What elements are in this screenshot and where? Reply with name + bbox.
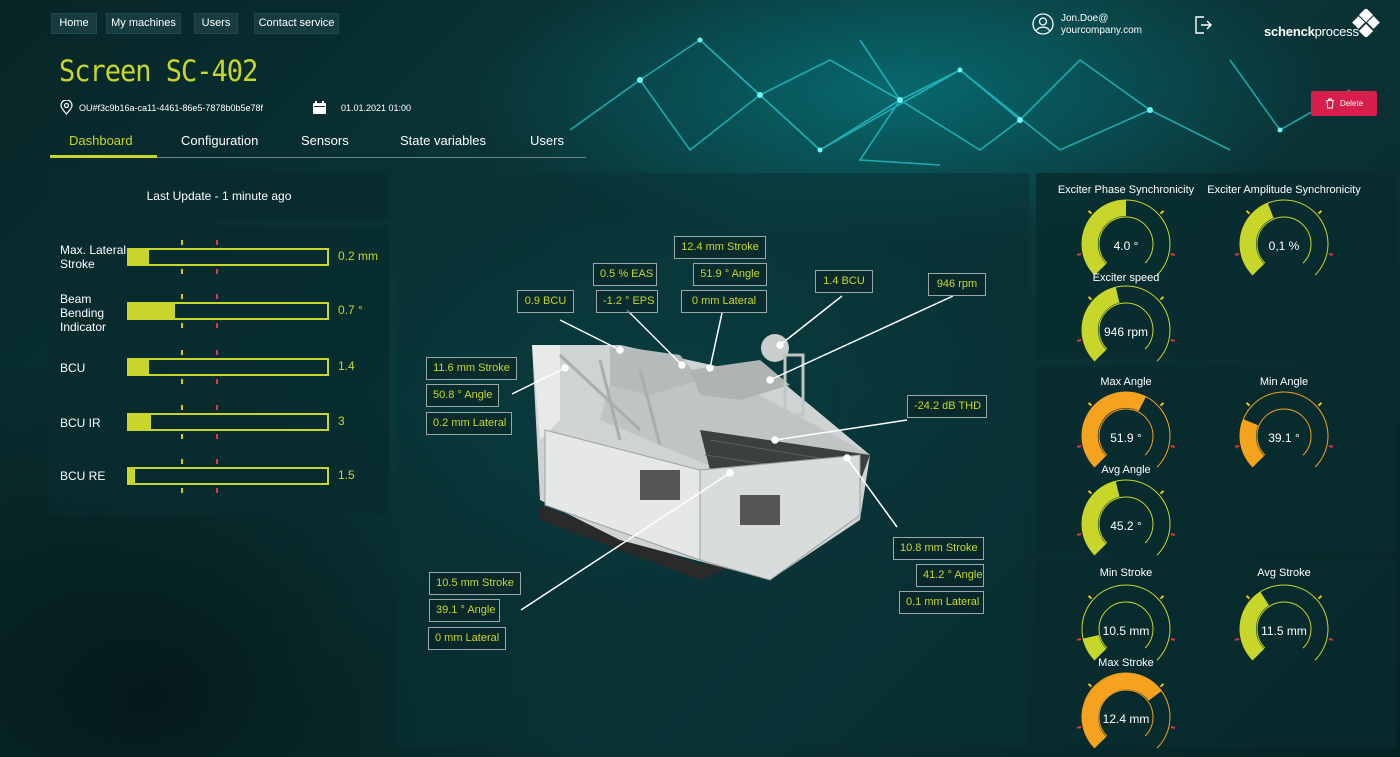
gauge-threshold-tick xyxy=(1328,253,1334,256)
gauge-title: Min Angle xyxy=(1259,376,1309,388)
gauge-threshold-tick xyxy=(1076,253,1082,256)
gauge-title: Avg Stroke xyxy=(1257,567,1311,579)
gauge-threshold-tick xyxy=(1087,210,1093,215)
gauge-threshold-tick xyxy=(1076,638,1082,641)
gauge-title: Exciter speed xyxy=(1092,272,1160,284)
label-left-stroke: 11.6 mm Stroke xyxy=(426,357,517,380)
gauge-value: 10.5 mm xyxy=(1102,624,1150,638)
gauge-title: Min Stroke xyxy=(1099,567,1153,579)
gauge-threshold-tick xyxy=(1170,726,1176,729)
gauge-value: 12.4 mm xyxy=(1102,712,1150,726)
label-br-stroke: 10.8 mm Stroke xyxy=(893,537,984,560)
label-eas: 0.5 % EAS xyxy=(593,263,657,286)
label-top-angle: 51.9 ° Angle xyxy=(693,263,767,286)
gauge-value: 51.9 ° xyxy=(1110,431,1142,445)
label-top-lateral: 0 mm Lateral xyxy=(681,290,767,313)
label-bl-stroke: 10.5 mm Stroke xyxy=(429,572,521,595)
gauge-threshold-tick xyxy=(1245,595,1251,600)
gauge-threshold-tick xyxy=(1317,402,1323,407)
exciter-gauges-panel: Exciter Phase Synchronicity 4.0 ° Exciter … xyxy=(1036,173,1396,362)
gauge-threshold-tick xyxy=(1170,638,1176,641)
gauge-threshold-tick xyxy=(1159,402,1165,407)
stroke-gauges-panel: Min Stroke 10.5 mm Avg Stroke 11.5 mm Max St… xyxy=(1036,559,1396,749)
label-bcu-left: 0.9 BCU xyxy=(517,290,574,313)
label-bl-angle: 39.1 ° Angle xyxy=(429,599,500,622)
gauge-threshold-tick xyxy=(1328,445,1334,448)
gauge-threshold-tick xyxy=(1328,638,1334,641)
gauge-threshold-tick xyxy=(1076,726,1082,729)
gauge-threshold-tick xyxy=(1087,595,1093,600)
label-eps: -1.2 ° EPS xyxy=(596,290,658,313)
gauge-threshold-tick xyxy=(1159,490,1165,495)
gauge-fill xyxy=(1083,634,1107,661)
gauge-threshold-tick xyxy=(1170,339,1176,342)
label-bl-lateral: 0 mm Lateral xyxy=(428,627,506,650)
gauge-threshold-tick xyxy=(1234,445,1240,448)
label-rpm: 946 rpm xyxy=(928,273,986,296)
gauge-threshold-tick xyxy=(1245,210,1251,215)
gauge-title: Max Stroke xyxy=(1098,657,1154,669)
gauge-value: 946 rpm xyxy=(1103,325,1149,339)
label-bcu-right: 1.4 BCU xyxy=(815,270,873,293)
gauge-threshold-tick xyxy=(1234,253,1240,256)
label-left-angle: 50.8 ° Angle xyxy=(426,384,499,407)
gauge-threshold-tick xyxy=(1087,490,1093,495)
gauge-threshold-tick xyxy=(1076,445,1082,448)
gauge-threshold-tick xyxy=(1245,402,1251,407)
gauge-threshold-tick xyxy=(1170,445,1176,448)
gauge-threshold-tick xyxy=(1087,296,1093,301)
gauge-title: Max Angle xyxy=(1100,376,1152,388)
gauge-value: 4.0 ° xyxy=(1113,239,1139,253)
label-top-stroke: 12.4 mm Stroke xyxy=(674,236,766,259)
gauge-threshold-tick xyxy=(1159,210,1165,215)
gauge-value: 0,1 % xyxy=(1268,239,1300,253)
gauge-threshold-tick xyxy=(1159,595,1165,600)
gauge-threshold-tick xyxy=(1076,339,1082,342)
gauge-threshold-tick xyxy=(1170,253,1176,256)
gauge-threshold-tick xyxy=(1087,683,1093,688)
label-left-lateral: 0.2 mm Lateral xyxy=(426,412,512,435)
angle-gauges-panel: Max Angle 51.9 ° Min Angle 39.1 ° Avg Angle 4… xyxy=(1036,366,1396,556)
gauge-value: 11.5 mm xyxy=(1261,624,1307,638)
gauge-threshold-tick xyxy=(1159,296,1165,301)
label-br-angle: 41.2 ° Angle xyxy=(916,564,984,587)
gauge-threshold-tick xyxy=(1317,210,1323,215)
gauge-threshold-tick xyxy=(1159,683,1165,688)
label-thd: -24.2 dB THD xyxy=(907,395,987,418)
gauge-threshold-tick xyxy=(1087,402,1093,407)
label-br-lateral: 0.1 mm Lateral xyxy=(899,591,984,614)
gauge-threshold-tick xyxy=(1170,533,1176,536)
gauge-threshold-tick xyxy=(1317,595,1323,600)
gauge-threshold-tick xyxy=(1234,638,1240,641)
gauge-threshold-tick xyxy=(1076,533,1082,536)
gauge-value: 39.1 ° xyxy=(1268,431,1300,445)
gauge-title: Avg Angle xyxy=(1101,464,1151,476)
gauge-title: Exciter Amplitude Synchronicity xyxy=(1207,184,1361,196)
gauge-title: Exciter Phase Synchronicity xyxy=(1057,184,1195,196)
gauge-value: 45.2 ° xyxy=(1110,519,1142,533)
